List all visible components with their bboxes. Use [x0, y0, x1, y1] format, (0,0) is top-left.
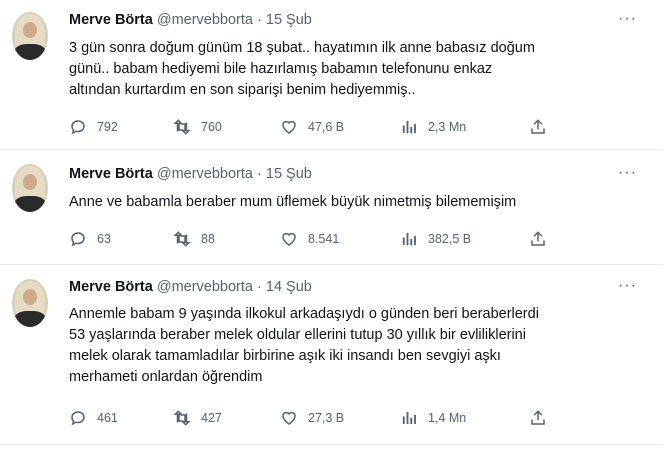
- retweet-count: 760: [201, 120, 222, 134]
- views-count: 1,4 Mn: [428, 411, 467, 425]
- tweet-text-line: 53 yaşlarında beraber melek oldular elle…: [69, 327, 526, 343]
- tweet-text-line: Annemle babam 9 yaşında ilkokul arkadaşı…: [69, 306, 539, 322]
- tweet-thread: Merve Börta @mervebborta · 15 Şub ··· 3 …: [0, 0, 663, 460]
- tweet-text-line: günü.. babam hediyemi bile hazırlamış ba…: [69, 61, 493, 77]
- views-button[interactable]: 1,4 Mn: [400, 409, 466, 427]
- reply-button[interactable]: 461: [69, 409, 118, 427]
- like-button[interactable]: 27,3 B: [280, 409, 344, 427]
- retweet-icon: [173, 231, 191, 247]
- reply-button[interactable]: 792: [69, 118, 118, 136]
- reply-icon: [71, 411, 85, 426]
- tweet[interactable]: Merve Börta @mervebborta · 15 Şub ··· An…: [0, 150, 663, 265]
- author-name[interactable]: Merve Börta: [69, 166, 153, 182]
- separator: ·: [257, 12, 262, 28]
- views-button[interactable]: 382,5 B: [400, 230, 471, 248]
- more-icon[interactable]: ···: [618, 277, 637, 295]
- tweet-header: Merve Börta @mervebborta · 15 Şub: [69, 166, 312, 182]
- tweet-actions: 461 427 27,3 B 1,4 Mn: [69, 409, 569, 429]
- avatar[interactable]: [12, 164, 48, 212]
- tweet-date[interactable]: 15 Şub: [266, 166, 312, 182]
- views-icon: [402, 121, 416, 133]
- more-icon[interactable]: ···: [618, 164, 637, 182]
- author-name[interactable]: Merve Börta: [69, 279, 153, 295]
- more-icon[interactable]: ···: [618, 10, 637, 28]
- like-count: 47,6 B: [308, 120, 345, 134]
- tweet-text-line: melek olarak tamamladılar birbirine aşık…: [69, 348, 501, 364]
- avatar[interactable]: [12, 12, 48, 60]
- share-icon: [531, 119, 545, 134]
- tweet-header: Merve Börta @mervebborta · 14 Şub: [69, 279, 312, 295]
- tweet-actions: 63 88 8.541 382,5 B: [69, 230, 569, 250]
- tweet-date[interactable]: 15 Şub: [266, 12, 312, 28]
- tweet-date[interactable]: 14 Şub: [266, 279, 312, 295]
- tweet-text-line: Anne ve babamla beraber mum üflemek büyü…: [69, 194, 517, 210]
- retweet-button[interactable]: 88: [173, 230, 215, 248]
- views-icon: [402, 233, 416, 245]
- author-handle[interactable]: @mervebborta: [157, 166, 253, 182]
- tweet-text-line: merhameti onlardan öğrendim: [69, 369, 263, 385]
- avatar[interactable]: [12, 279, 48, 327]
- like-count: 8.541: [308, 232, 340, 246]
- tweet-text-line: altından kurtardım en son siparişi benim…: [69, 82, 416, 98]
- retweet-count: 427: [201, 411, 222, 425]
- views-icon: [402, 412, 416, 424]
- like-count: 27,3 B: [308, 411, 345, 425]
- tweet-header: Merve Börta @mervebborta · 15 Şub: [69, 12, 312, 28]
- reply-icon: [71, 232, 85, 247]
- reply-count: 461: [97, 411, 118, 425]
- author-handle[interactable]: @mervebborta: [157, 279, 253, 295]
- tweet[interactable]: Merve Börta @mervebborta · 14 Şub ··· An…: [0, 265, 663, 445]
- share-button[interactable]: [529, 409, 547, 427]
- tweet-text: Anne ve babamla beraber mum üflemek büyü…: [69, 192, 639, 213]
- author-name[interactable]: Merve Börta: [69, 12, 153, 28]
- author-handle[interactable]: @mervebborta: [157, 12, 253, 28]
- share-icon: [531, 410, 545, 425]
- reply-button[interactable]: 63: [69, 230, 111, 248]
- reply-count: 792: [97, 120, 118, 134]
- retweet-count: 88: [201, 232, 215, 246]
- tweet-text: 3 gün sonra doğum günüm 18 şubat.. hayat…: [69, 38, 639, 101]
- views-count: 2,3 Mn: [428, 120, 467, 134]
- share-button[interactable]: [529, 118, 547, 136]
- heart-icon: [282, 411, 296, 425]
- views-button[interactable]: 2,3 Mn: [400, 118, 466, 136]
- like-button[interactable]: 47,6 B: [280, 118, 344, 136]
- tweet-text-line: 3 gün sonra doğum günüm 18 şubat.. hayat…: [69, 40, 535, 56]
- tweet[interactable]: Merve Börta @mervebborta · 15 Şub ··· 3 …: [0, 0, 663, 150]
- heart-icon: [282, 120, 296, 134]
- share-button[interactable]: [529, 230, 547, 248]
- reply-icon: [71, 120, 85, 135]
- like-button[interactable]: 8.541: [280, 230, 339, 248]
- share-icon: [531, 231, 545, 246]
- reply-count: 63: [97, 232, 111, 246]
- separator: ·: [257, 279, 262, 295]
- views-count: 382,5 B: [428, 232, 472, 246]
- retweet-button[interactable]: 760: [173, 118, 222, 136]
- retweet-icon: [173, 410, 191, 426]
- retweet-icon: [173, 119, 191, 135]
- tweet-text: Annemle babam 9 yaşında ilkokul arkadaşı…: [69, 304, 639, 388]
- separator: ·: [257, 166, 262, 182]
- heart-icon: [282, 232, 296, 246]
- tweet-actions: 792 760 47,6 B 2,3 Mn: [69, 118, 569, 138]
- retweet-button[interactable]: 427: [173, 409, 222, 427]
